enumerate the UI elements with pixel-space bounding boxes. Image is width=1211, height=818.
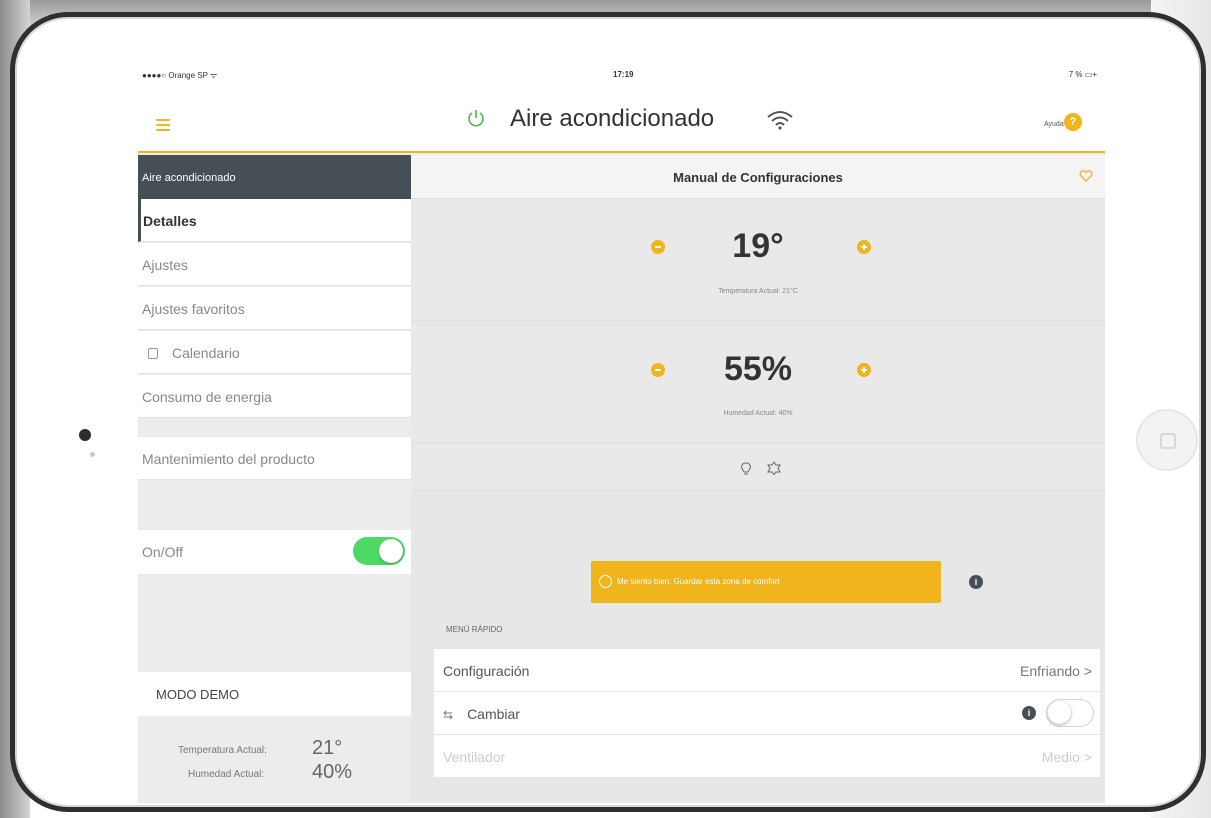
quick-menu-label: MENÚ RÁPIDO (446, 625, 503, 634)
temp-plus-button[interactable] (857, 240, 871, 254)
sidebar-header: Aire acondicionado (138, 155, 411, 199)
temperature-card: 19° Temperatura Actual: 21°C (411, 199, 1105, 321)
comfort-button-label: Me siento bien: Guardar esta zona de com… (617, 577, 780, 586)
sidebar-item-label: Consumo de energia (142, 389, 272, 405)
humidity-label: Humedad Actual: 40% (723, 410, 793, 417)
sidebar-item-mantenimiento[interactable]: Mantenimiento del producto (138, 437, 411, 480)
sidebar-item-label: Ajustes (142, 257, 188, 273)
sidebar-item-calendario[interactable]: Calendario (138, 331, 411, 374)
cambiar-toggle[interactable] (1046, 699, 1094, 727)
sidebar-item-consumo[interactable]: Consumo de energia (138, 375, 411, 418)
sidebar-item-label: Detalles (143, 213, 197, 229)
wifi-icon (767, 111, 793, 130)
settings-icon[interactable] (767, 461, 781, 475)
clock-text: 17:19 (613, 70, 634, 79)
sidebar-item-label: Mantenimiento del producto (142, 451, 315, 467)
demo-hum-label: Humedad Actual: (188, 769, 265, 780)
status-bar: ●●●●○ Orange SP ᯤ 17:19 7 % ▭+ (138, 65, 1105, 87)
hamburger-menu-icon[interactable] (156, 119, 170, 131)
sensor-icon (90, 452, 95, 457)
onoff-toggle[interactable] (353, 537, 405, 565)
page: ●●●●○ Orange SP ᯤ 17:19 7 % ▭+ Aire acon… (0, 0, 1211, 818)
help-icon[interactable]: ? (1064, 113, 1082, 131)
power-icon[interactable] (466, 109, 486, 129)
humidity-value: 55% (723, 350, 793, 388)
swap-icon: ⇆ (443, 708, 454, 722)
sidebar: Aire acondicionado Detalles Ajustes Ajus… (138, 155, 411, 803)
calendar-icon (148, 348, 158, 359)
sidebar-item-label: Ajustes favoritos (142, 301, 245, 317)
temperature-label: Temperatura Actual: 21°C (718, 288, 798, 295)
temperature-value: 19° (732, 227, 784, 265)
heart-icon[interactable] (1079, 170, 1093, 182)
page-title: Aire acondicionado (510, 105, 715, 132)
quick-row-ventilador[interactable]: Ventilador Medio > (434, 735, 1100, 778)
demo-mode-label: MODO DEMO (138, 672, 411, 716)
quick-row-cambiar: ⇆ Cambiar i (434, 692, 1100, 735)
app-screen: ●●●●○ Orange SP ᯤ 17:19 7 % ▭+ Aire acon… (138, 65, 1105, 803)
smile-icon (599, 575, 612, 588)
hum-plus-button[interactable] (857, 363, 871, 377)
sidebar-item-ajustes[interactable]: Ajustes (138, 243, 411, 286)
quick-row-label: Configuración (443, 663, 530, 679)
main-header: Manual de Configuraciones (411, 155, 1105, 199)
quick-row-value: Medio > (1041, 749, 1092, 765)
home-button[interactable] (1136, 409, 1198, 471)
quick-row-label: Ventilador (443, 749, 506, 765)
sidebar-item-favoritos[interactable]: Ajustes favoritos (138, 287, 411, 330)
help-link[interactable]: Ayuda (1044, 121, 1064, 128)
toggle-knob (379, 539, 403, 563)
main-panel: Manual de Configuraciones 19° Temperatur… (411, 155, 1105, 803)
section-title: Manual de Configuraciones (673, 170, 843, 185)
home-square-icon (1160, 433, 1176, 449)
battery-text: 7 % ▭+ (1068, 70, 1097, 79)
comfort-info-icon[interactable]: i (969, 575, 983, 589)
sidebar-item-label: Calendario (172, 345, 240, 361)
camera-icon (79, 429, 91, 441)
save-comfort-zone-button[interactable]: Me siento bien: Guardar esta zona de com… (591, 561, 941, 603)
demo-temp-label: Temperatura Actual: (178, 745, 267, 756)
sidebar-item-detalles[interactable]: Detalles (138, 199, 411, 242)
mode-icons-row (411, 445, 1105, 491)
quick-row-label: Cambiar (467, 706, 520, 722)
demo-temp-value: 21° (312, 737, 343, 759)
carrier-text: ●●●●○ Orange SP ᯤ (142, 71, 218, 80)
toggle-knob (1048, 701, 1071, 724)
cambiar-info-icon[interactable]: i (1022, 706, 1036, 720)
onoff-label: On/Off (142, 544, 183, 560)
quick-row-configuracion[interactable]: Configuración Enfriando > (434, 649, 1100, 692)
nav-bar: Aire acondicionado Ayuda ? (138, 87, 1105, 153)
tablet-frame: ●●●●○ Orange SP ᯤ 17:19 7 % ▭+ Aire acon… (10, 12, 1206, 812)
demo-hum-value: 40% (312, 761, 353, 783)
onoff-row: On/Off (138, 530, 411, 574)
quick-row-value: Enfriando > (1020, 663, 1092, 679)
lightbulb-icon[interactable] (741, 462, 751, 476)
humidity-card: 55% Humedad Actual: 40% (411, 325, 1105, 443)
